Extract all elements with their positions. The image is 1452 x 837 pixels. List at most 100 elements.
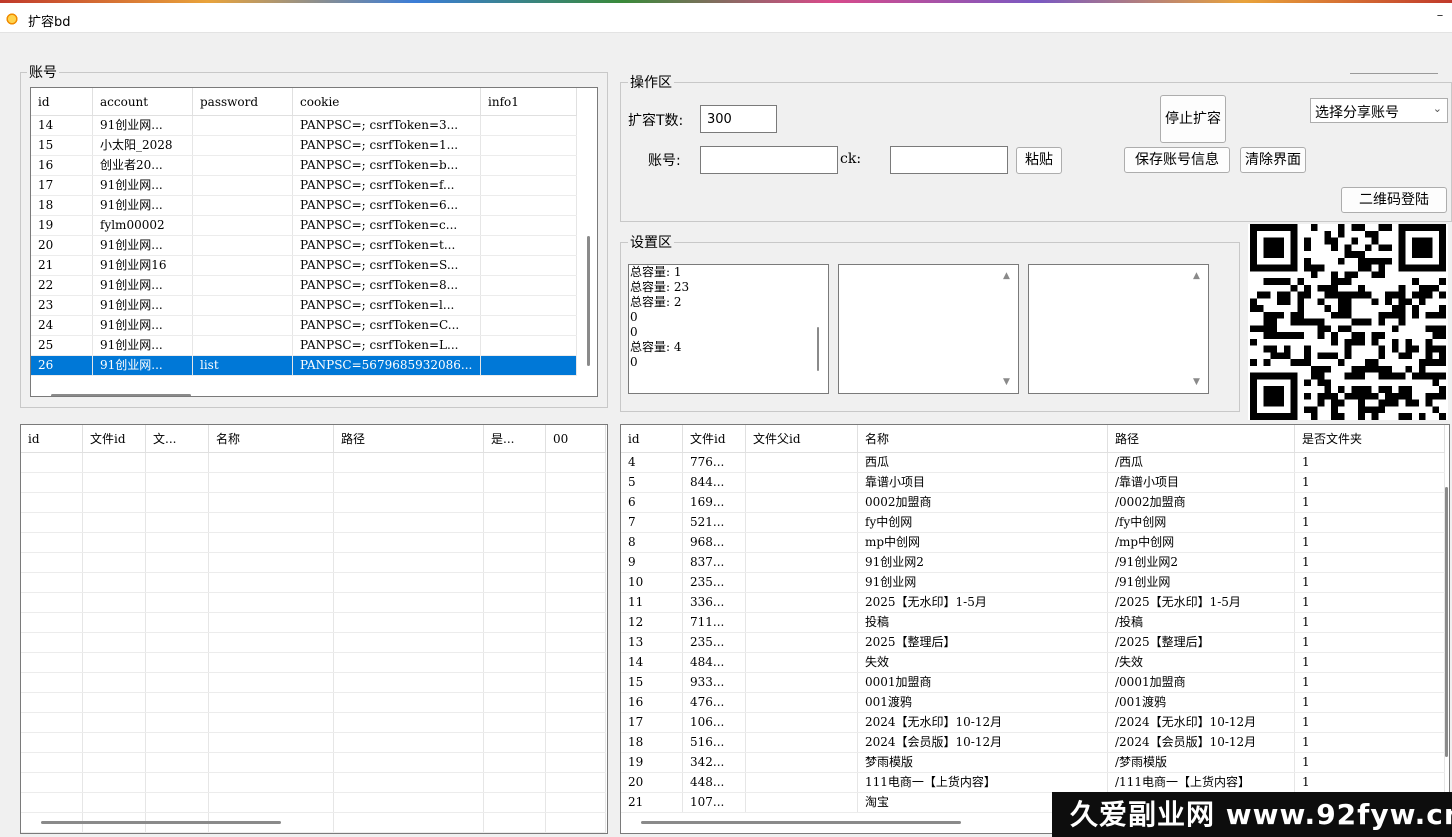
table-row[interactable]: 4 776... 西瓜/西瓜 1 [621,453,1445,473]
accounts-horizontal-scrollbar[interactable] [51,394,191,396]
column-header[interactable]: 00 [546,425,606,453]
column-header[interactable]: password [193,88,293,116]
qr-module [1310,372,1318,380]
minimize-button[interactable]: – [1430,9,1450,27]
table-row[interactable] [21,573,606,593]
table-row[interactable]: 20 448... 111电商一【上货内容】/111电商一【上货内容】 1 [621,773,1445,793]
log-textbox[interactable]: 总容量: 1 总容量: 23 总容量: 2 0 0 总容量: 40 [628,264,829,394]
table-row[interactable]: 19 342... 梦雨模版/梦雨模版 1 [621,753,1445,773]
table-row[interactable] [21,473,606,493]
table-row[interactable]: 6 169... 0002加盟商/0002加盟商 1 [621,493,1445,513]
table-row[interactable] [21,773,606,793]
table-row[interactable]: 18 516... 2024【会员版】10-12月/2024【会员版】10-12月 1 [621,733,1445,753]
right-textbox[interactable]: ▲ ▼ [1028,264,1209,394]
scroll-down-arrow-icon[interactable]: ▼ [1193,377,1200,387]
table-row[interactable]: 18 91创业网... PANPSC=; csrfToken=6... [31,196,577,216]
column-header[interactable]: info1 [481,88,577,116]
share-account-select[interactable]: 选择分享账号 ⌄ [1310,98,1448,123]
table-row[interactable] [21,553,606,573]
table-row[interactable]: 17 106... 2024【无水印】10-12月/2024【无水印】10-12月 1 [621,713,1445,733]
table-cell [546,533,606,552]
left-file-table[interactable]: id 文件id 文... 名称 路径 是... 00 [20,424,608,834]
table-row[interactable] [21,633,606,653]
right-vertical-scrollbar[interactable] [1445,487,1448,757]
paste-button[interactable]: 粘贴 [1016,147,1062,174]
table-row[interactable]: 10 235... 91创业网/91创业网 1 [621,573,1445,593]
column-header[interactable]: cookie [293,88,481,116]
table-row[interactable] [21,733,606,753]
table-row[interactable] [21,513,606,533]
table-row[interactable] [21,793,606,813]
table-row[interactable]: 20 91创业网... PANPSC=; csrfToken=t... [31,236,577,256]
left-horizontal-scrollbar[interactable] [41,821,281,824]
column-header[interactable]: 名称 [209,425,334,453]
table-row[interactable]: 23 91创业网... PANPSC=; csrfToken=l... [31,296,577,316]
table-row[interactable]: 7 521... fy中创网/fy中创网 1 [621,513,1445,533]
scroll-up-arrow-icon[interactable]: ▲ [1003,271,1010,281]
table-row[interactable]: 19 fylm00002 PANPSC=; csrfToken=c... [31,216,577,236]
column-header[interactable]: id [31,88,93,116]
accounts-vertical-scrollbar[interactable] [587,236,590,366]
column-header[interactable]: id [621,425,683,453]
table-row[interactable] [21,593,606,613]
table-row[interactable]: 15 小太阳_2028 PANPSC=; csrfToken=1... [31,136,577,156]
qr-login-button[interactable]: 二维码登陆 [1341,187,1447,213]
table-row[interactable]: 25 91创业网... PANPSC=; csrfToken=L... [31,336,577,356]
log-scrollbar[interactable] [817,327,819,371]
column-header[interactable]: 路径 [1108,425,1295,453]
table-row[interactable]: 13 235... 2025【整理后】/2025【整理后】 1 [621,633,1445,653]
table-cell: 91创业网... [93,116,193,135]
table-row[interactable] [21,453,606,473]
column-header[interactable]: 文件id [683,425,746,453]
qr-module [1364,264,1372,272]
column-header[interactable]: 文件父id [746,425,858,453]
table-row[interactable]: 17 91创业网... PANPSC=; csrfToken=f... [31,176,577,196]
column-header[interactable]: 是否文件夹 [1295,425,1445,453]
table-row[interactable]: 21 91创业网16 PANPSC=; csrfToken=S... [31,256,577,276]
accounts-table[interactable]: id account password cookie info1 14 91创业网... P… [30,87,598,397]
table-row[interactable]: 14 91创业网... PANPSC=; csrfToken=3... [31,116,577,136]
table-cell [746,673,858,692]
column-header[interactable]: 是... [484,425,546,453]
table-row[interactable] [21,673,606,693]
column-header[interactable]: 名称 [858,425,1108,453]
table-row[interactable]: 11 336... 2025【无水印】1-5月/2025【无水印】1-5月 1 [621,593,1445,613]
table-row[interactable]: 15 933... 0001加盟商/0001加盟商 1 [621,673,1445,693]
stop-expand-button[interactable]: 停止扩容 [1160,95,1226,143]
right-file-table[interactable]: id 文件id 文件父id 名称 路径 是否文件夹 4 776... 西瓜/西瓜 1 5 844..… [620,424,1450,834]
table-row[interactable]: 8 968... mp中创网/mp中创网 1 [621,533,1445,553]
account-input[interactable] [700,146,838,174]
table-row[interactable] [21,613,606,633]
ck-input[interactable] [890,146,1008,174]
column-header[interactable]: account [93,88,193,116]
table-row[interactable]: 16 476... 001渡鸦/001渡鸦 1 [621,693,1445,713]
middle-textbox[interactable]: ▲ ▼ [838,264,1019,394]
table-row[interactable]: 9 837... 91创业网2/91创业网2 1 [621,553,1445,573]
column-header[interactable]: id [21,425,83,453]
table-row[interactable] [21,653,606,673]
table-row[interactable]: 14 484... 失效/失效 1 [621,653,1445,673]
table-row[interactable]: 24 91创业网... PANPSC=; csrfToken=C... [31,316,577,336]
table-row[interactable] [21,693,606,713]
clear-screen-button[interactable]: 清除界面 [1240,147,1306,173]
table-row[interactable] [21,493,606,513]
expand-count-input[interactable] [700,105,777,133]
column-header[interactable]: 文件id [83,425,146,453]
table-row[interactable]: 5 844... 靠谱小项目/靠谱小项目 1 [621,473,1445,493]
table-row[interactable]: 12 711... 投稿/投稿 1 [621,613,1445,633]
right-horizontal-scrollbar[interactable] [641,821,961,824]
table-row[interactable]: 22 91创业网... PANPSC=; csrfToken=8... [31,276,577,296]
table-cell [334,793,484,812]
column-header[interactable]: 文... [146,425,209,453]
scroll-up-arrow-icon[interactable]: ▲ [1193,271,1200,281]
table-row[interactable]: 26 91创业网... list PANPSC=5679685932086... [31,356,577,376]
qr-module [1385,298,1392,306]
scroll-down-arrow-icon[interactable]: ▼ [1003,377,1010,387]
table-cell [83,773,146,792]
table-row[interactable] [21,533,606,553]
table-row[interactable] [21,713,606,733]
save-account-button[interactable]: 保存账号信息 [1124,147,1230,173]
table-row[interactable]: 16 创业者20... PANPSC=; csrfToken=b... [31,156,577,176]
column-header[interactable]: 路径 [334,425,484,453]
table-row[interactable] [21,753,606,773]
